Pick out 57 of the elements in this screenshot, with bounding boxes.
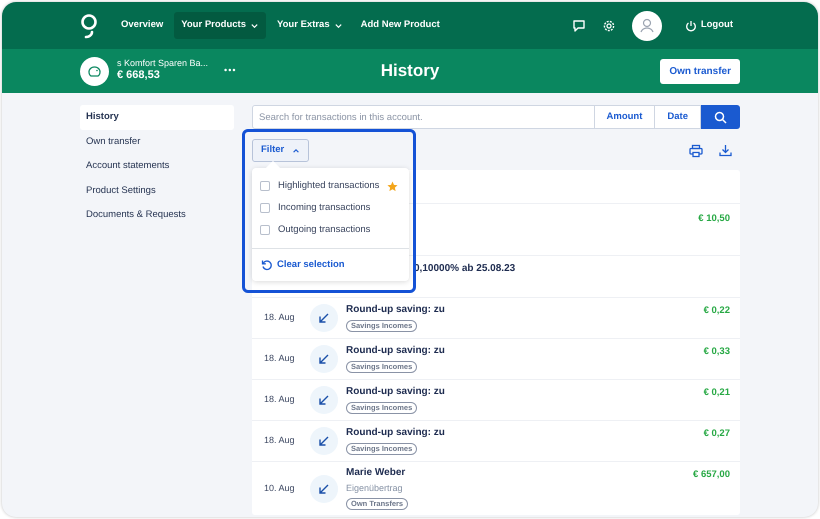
transaction-date: 18. Aug xyxy=(264,352,296,366)
filter-option[interactable]: Incoming transactions xyxy=(252,197,409,219)
account-name: s Komfort Sparen Ba... xyxy=(117,59,208,70)
checkbox[interactable] xyxy=(260,181,270,191)
reset-icon[interactable] xyxy=(261,259,273,271)
nav-link[interactable]: Overview xyxy=(114,12,170,39)
transaction-amount: € 0,22 xyxy=(704,304,730,318)
checkbox[interactable] xyxy=(260,225,270,235)
sidebar-item[interactable]: History xyxy=(80,105,234,130)
nav-link[interactable]: Your Extras xyxy=(270,12,350,39)
chat-icon[interactable] xyxy=(572,18,586,32)
clear-selection-button[interactable]: Clear selection xyxy=(252,248,409,281)
sidebar-item[interactable]: Documents & Requests xyxy=(80,203,234,228)
transaction-date: 18. Aug xyxy=(264,393,296,406)
transaction-title: Round-up saving: zu xyxy=(346,426,445,439)
filter-button[interactable]: Filter xyxy=(252,139,310,162)
logo[interactable] xyxy=(80,12,98,38)
caret-icon[interactable] xyxy=(250,21,259,30)
power-icon[interactable] xyxy=(684,20,697,32)
transaction-amount: € 10,50 xyxy=(698,212,730,226)
caret-icon[interactable] xyxy=(292,146,300,154)
avatar-icon[interactable] xyxy=(632,10,662,40)
account-balance: € 668,53 xyxy=(117,69,161,83)
print-icon[interactable] xyxy=(689,144,703,158)
more-button[interactable]: ••• xyxy=(224,64,236,78)
transaction-amount: € 0,27 xyxy=(704,427,730,441)
transaction-amount: € 657,00 xyxy=(693,468,730,482)
transaction-title: Round-up saving: zu xyxy=(346,386,445,398)
sidebar-item[interactable]: Product Settings xyxy=(80,178,234,203)
nav-link[interactable]: Add New Product xyxy=(354,12,447,39)
transaction-subtitle: Eigenübertrag xyxy=(346,482,403,494)
filter-option[interactable]: Highlighted transactions xyxy=(252,175,409,197)
download-icon[interactable] xyxy=(719,144,732,157)
logout-link[interactable]: Logout xyxy=(678,12,740,39)
search-field[interactable]: Search for transactions in this account. xyxy=(252,105,595,129)
transaction-date: 18. Aug xyxy=(264,311,296,324)
transaction-amount: € 0,33 xyxy=(704,345,730,359)
search-button[interactable] xyxy=(701,105,740,129)
own-transfer-button[interactable]: Own transfer xyxy=(660,58,740,84)
checkbox[interactable] xyxy=(260,203,270,213)
filter-option[interactable]: Outgoing transactions xyxy=(252,219,409,241)
caret-icon[interactable] xyxy=(334,21,343,30)
transaction-title: Round-up saving: zu xyxy=(346,344,445,357)
sidebar-item[interactable]: Own transfer xyxy=(80,130,234,154)
transaction-date: 18. Aug xyxy=(264,434,296,448)
sort-button[interactable]: Amount xyxy=(594,105,656,129)
piggy-bank-icon xyxy=(80,56,109,86)
search-icon[interactable] xyxy=(714,110,727,124)
nav-link[interactable]: Your Products xyxy=(174,12,266,39)
transaction-date: 10. Aug xyxy=(264,482,296,495)
transaction-amount: € 0,21 xyxy=(704,386,730,400)
settings-icon[interactable] xyxy=(602,18,616,32)
transaction-title: Round-up saving: zu xyxy=(346,304,445,316)
page-title: History xyxy=(380,60,440,82)
transaction-title: Marie Weber xyxy=(346,466,406,479)
sort-button[interactable]: Date xyxy=(655,105,701,129)
sidebar-item[interactable]: Account statements xyxy=(80,154,234,178)
